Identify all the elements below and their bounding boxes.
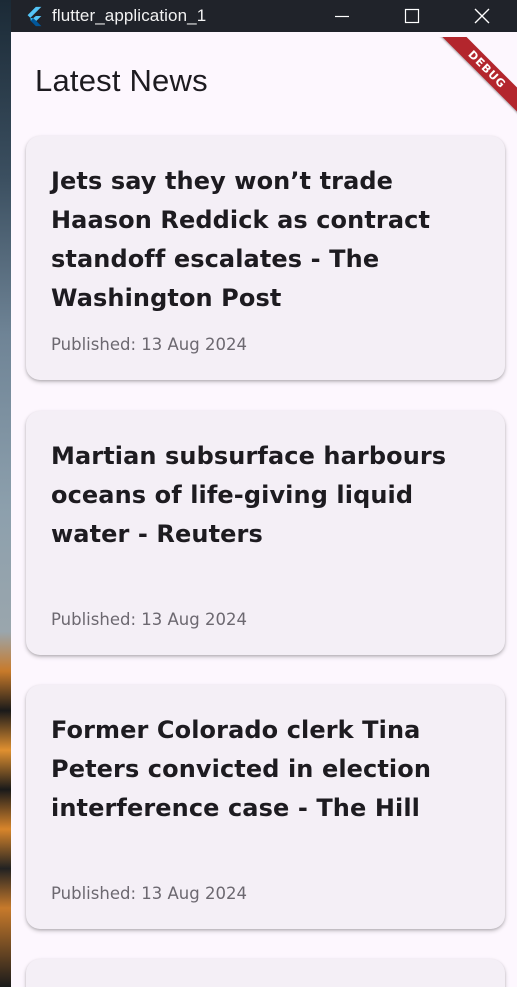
- news-card[interactable]: Martian subsurface harbours oceans of li…: [26, 411, 505, 655]
- page-title: Latest News: [35, 63, 208, 98]
- news-headline: Martian subsurface harbours oceans of li…: [51, 442, 447, 548]
- maximize-icon: [404, 8, 420, 24]
- news-headline: Former Colorado clerk Tina Peters convic…: [51, 716, 432, 822]
- published-date: Published: 13 Aug 2024: [51, 610, 247, 629]
- news-card[interactable]: Former Colorado clerk Tina Peters convic…: [26, 685, 505, 929]
- window-controls: [307, 0, 517, 32]
- minimize-button[interactable]: [307, 0, 377, 32]
- flutter-logo-icon: [27, 6, 42, 27]
- published-date: Published: 13 Aug 2024: [51, 884, 247, 903]
- app-window: flutter_application_1 Latest News DEBUG …: [11, 0, 517, 987]
- close-icon: [474, 8, 490, 24]
- maximize-button[interactable]: [377, 0, 447, 32]
- news-headline: Jets say they won’t trade Haason Reddick…: [51, 167, 431, 312]
- window-title-bar[interactable]: flutter_application_1: [11, 0, 517, 32]
- window-title: flutter_application_1: [52, 6, 207, 25]
- news-list[interactable]: Jets say they won’t trade Haason Reddick…: [11, 121, 517, 987]
- published-date: Published: 13 Aug 2024: [51, 335, 247, 354]
- close-button[interactable]: [447, 0, 517, 32]
- news-card-partial[interactable]: [26, 959, 505, 987]
- news-card[interactable]: Jets say they won’t trade Haason Reddick…: [26, 136, 505, 380]
- app-bar: Latest News: [11, 37, 517, 121]
- minimize-icon: [335, 15, 349, 18]
- desktop-wallpaper: [0, 0, 11, 987]
